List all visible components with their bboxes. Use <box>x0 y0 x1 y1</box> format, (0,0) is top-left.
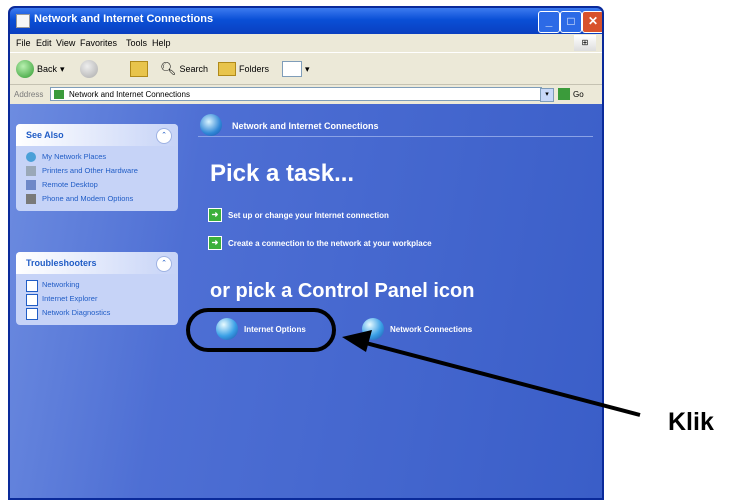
klik-label: Klik <box>668 408 714 436</box>
pointer-arrow <box>342 330 641 417</box>
pointer-arrow-line <box>361 340 641 417</box>
pointer-arrow-head <box>342 330 372 352</box>
